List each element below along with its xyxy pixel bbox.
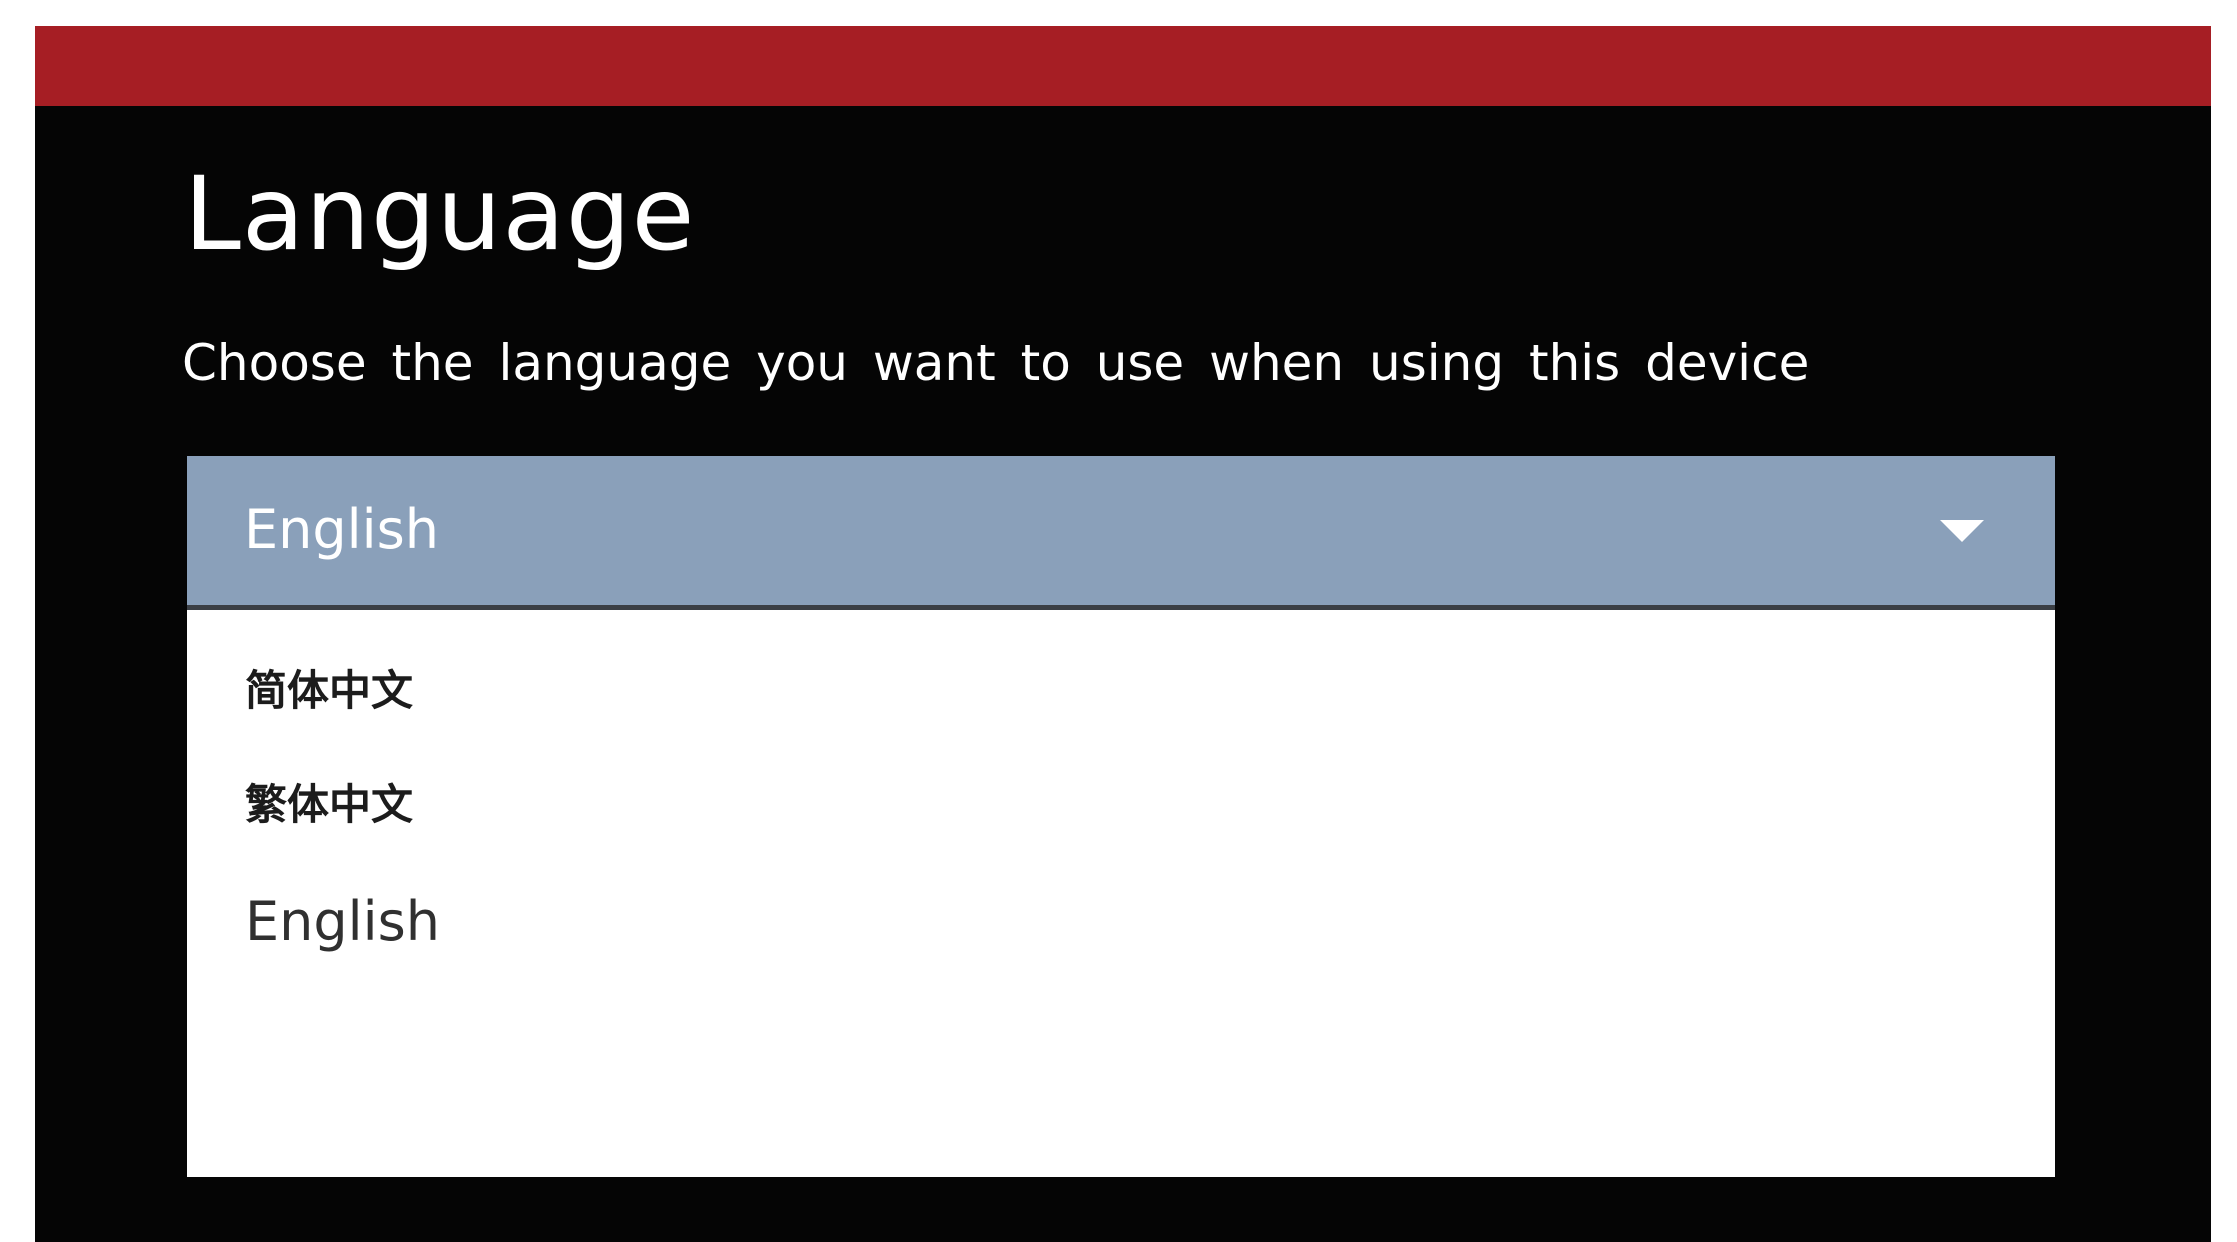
language-screen: Language Choose the language you want to…	[35, 26, 2211, 1242]
option-traditional-chinese[interactable]: 繁体中文	[245, 780, 413, 830]
caret-down-icon[interactable]	[1940, 520, 1984, 542]
top-accent-bar	[35, 26, 2211, 106]
language-options-menu: 简体中文 繁体中文 English	[187, 610, 2055, 1177]
selected-language: English	[244, 498, 439, 561]
option-english[interactable]: English	[245, 890, 440, 955]
option-simplified-chinese[interactable]: 简体中文	[245, 666, 413, 716]
page-title: Language	[184, 155, 696, 274]
language-dropdown: English 简体中文 繁体中文 English	[187, 456, 2055, 1177]
language-select[interactable]: English	[187, 456, 2055, 610]
page-subtitle: Choose the language you want to use when…	[182, 334, 1810, 392]
